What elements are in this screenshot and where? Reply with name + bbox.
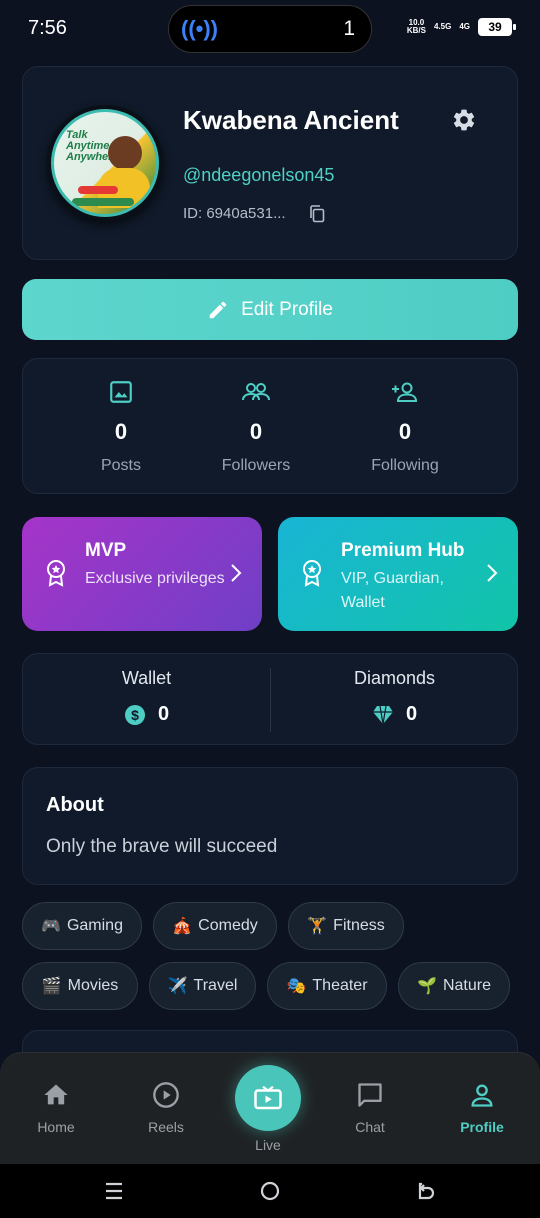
chip-label: Movies	[67, 977, 119, 994]
diamonds-section[interactable]: Diamonds 0	[271, 668, 518, 726]
interest-chip-theater[interactable]: 🎭 Theater	[267, 962, 387, 1010]
premium-hub-subtitle: VIP, Guardian, Wallet	[341, 570, 444, 611]
people-icon	[242, 383, 270, 401]
interest-chip-movies[interactable]: 🎬 Movies	[22, 962, 138, 1010]
back-icon[interactable]	[414, 1180, 438, 1202]
chip-label: Travel	[193, 977, 238, 994]
award-icon	[303, 560, 321, 587]
status-time: 7:56	[28, 17, 67, 39]
interest-chip-nature[interactable]: 🌱 Nature	[398, 962, 510, 1010]
live-button[interactable]	[235, 1065, 301, 1131]
wallet-title: Wallet	[121, 668, 172, 688]
chip-label: Theater	[312, 977, 368, 994]
wallet-card: Wallet $ 0 Diamonds 0	[22, 653, 518, 745]
interest-chip-fitness[interactable]: 🏋️ Fitness	[288, 902, 404, 950]
net-speed: 10.0 KB/S	[406, 18, 426, 35]
image-icon	[110, 381, 132, 403]
nav-label: Reels	[148, 1119, 184, 1135]
nav-chat[interactable]: Chat	[330, 1081, 410, 1135]
wallet-section[interactable]: Wallet $ 0	[23, 668, 270, 726]
gamepad-icon: 🎮	[41, 918, 61, 935]
airplane-icon: ✈️	[167, 978, 188, 995]
nav-profile[interactable]: Profile	[442, 1081, 522, 1135]
bottom-nav: Home Reels Live Chat Profile	[0, 1052, 540, 1164]
pencil-icon	[209, 301, 227, 318]
nav-label-live: Live	[255, 1137, 281, 1153]
chip-label: Gaming	[66, 917, 123, 934]
stat-following[interactable]: 0 Following	[335, 379, 475, 475]
chat-icon	[358, 1083, 382, 1107]
profile-id: ID: 6940a531...	[183, 205, 286, 222]
nav-home[interactable]: Home	[16, 1081, 96, 1135]
interest-chip-travel[interactable]: ✈️ Travel	[149, 962, 256, 1010]
diamonds-title: Diamonds	[353, 668, 436, 688]
home-circle-icon[interactable]	[258, 1180, 282, 1202]
mvp-title: MVP	[85, 540, 127, 561]
weightlifter-icon: 🏋️	[307, 918, 328, 935]
about-card: About Only the brave will succeed	[22, 767, 518, 885]
dollar-icon: $	[124, 704, 145, 725]
about-title: About	[46, 794, 104, 816]
interest-chip-comedy[interactable]: 🎪 Comedy	[153, 902, 277, 950]
nav-label: Profile	[460, 1119, 504, 1135]
theater-masks-icon: 🎭	[286, 978, 307, 995]
circus-tent-icon: 🎪	[172, 918, 193, 935]
award-icon	[47, 560, 65, 587]
stat-label: Posts	[100, 457, 141, 474]
interest-chip-gaming[interactable]: 🎮 Gaming	[22, 902, 142, 950]
about-text: Only the brave will succeed	[46, 836, 278, 857]
signal-icon-2: 4G	[459, 22, 470, 31]
copy-icon[interactable]	[309, 205, 325, 223]
play-circle-icon	[153, 1082, 179, 1108]
svg-text:$: $	[131, 707, 139, 723]
status-bar: 7:56 ((•)) 1 10.0 KB/S 4.5G 4G 39	[0, 0, 540, 58]
stat-value: 0	[114, 419, 128, 444]
stat-posts[interactable]: 0 Posts	[51, 379, 191, 475]
profile-handle: @ndeegonelson45	[183, 165, 335, 185]
stat-label: Following	[371, 457, 439, 474]
nav-label: Home	[37, 1119, 75, 1135]
add-person-icon	[392, 382, 418, 402]
avatar-image: Talk Anytime, Anywhere!	[51, 109, 159, 217]
tv-icon	[254, 1085, 282, 1110]
stat-value: 0	[398, 419, 412, 444]
stat-label: Followers	[221, 457, 291, 474]
dynamic-island[interactable]: ((•)) 1	[168, 5, 372, 53]
battery-icon: 39	[478, 18, 516, 36]
mvp-subtitle: Exclusive privileges	[85, 570, 225, 587]
avatar[interactable]: Talk Anytime, Anywhere!	[47, 105, 163, 221]
clapperboard-icon: 🎬	[41, 978, 62, 995]
stats-card: 0 Posts 0 Followers 0 Following	[22, 358, 518, 494]
gear-icon[interactable]	[451, 107, 477, 133]
nav-label: Chat	[355, 1119, 385, 1135]
chip-label: Fitness	[333, 917, 385, 934]
stat-followers[interactable]: 0 Followers	[186, 379, 326, 475]
diamonds-value: 0	[405, 703, 418, 725]
diamond-icon	[372, 705, 393, 724]
premium-hub-card[interactable]: Premium Hub VIP, Guardian, Wallet	[278, 517, 518, 631]
premium-hub-title: Premium Hub	[341, 540, 465, 561]
edit-profile-label: Edit Profile	[241, 298, 333, 320]
island-count: 1	[343, 17, 355, 40]
chip-label: Comedy	[198, 917, 258, 934]
profile-card: Talk Anytime, Anywhere! Kwabena Ancient …	[22, 66, 518, 260]
system-nav-bar	[0, 1164, 540, 1218]
menu-icon[interactable]	[102, 1180, 126, 1202]
nav-reels[interactable]: Reels	[126, 1081, 206, 1135]
edit-profile-button[interactable]: Edit Profile	[22, 279, 518, 340]
signal-icon: 4.5G	[433, 22, 452, 31]
mvp-card[interactable]: MVP Exclusive privileges	[22, 517, 262, 631]
home-icon	[44, 1084, 68, 1105]
stat-value: 0	[249, 419, 263, 444]
seedling-icon: 🌱	[417, 978, 437, 995]
status-indicators: 10.0 KB/S 4.5G 4G 39	[406, 18, 516, 36]
person-icon	[471, 1084, 493, 1107]
chevron-right-icon	[231, 564, 242, 582]
wallet-value: 0	[157, 703, 170, 725]
chip-label: Nature	[442, 977, 491, 994]
chevron-right-icon	[487, 564, 498, 582]
profile-name: Kwabena Ancient	[183, 105, 399, 135]
broadcast-icon: ((•))	[181, 16, 219, 41]
